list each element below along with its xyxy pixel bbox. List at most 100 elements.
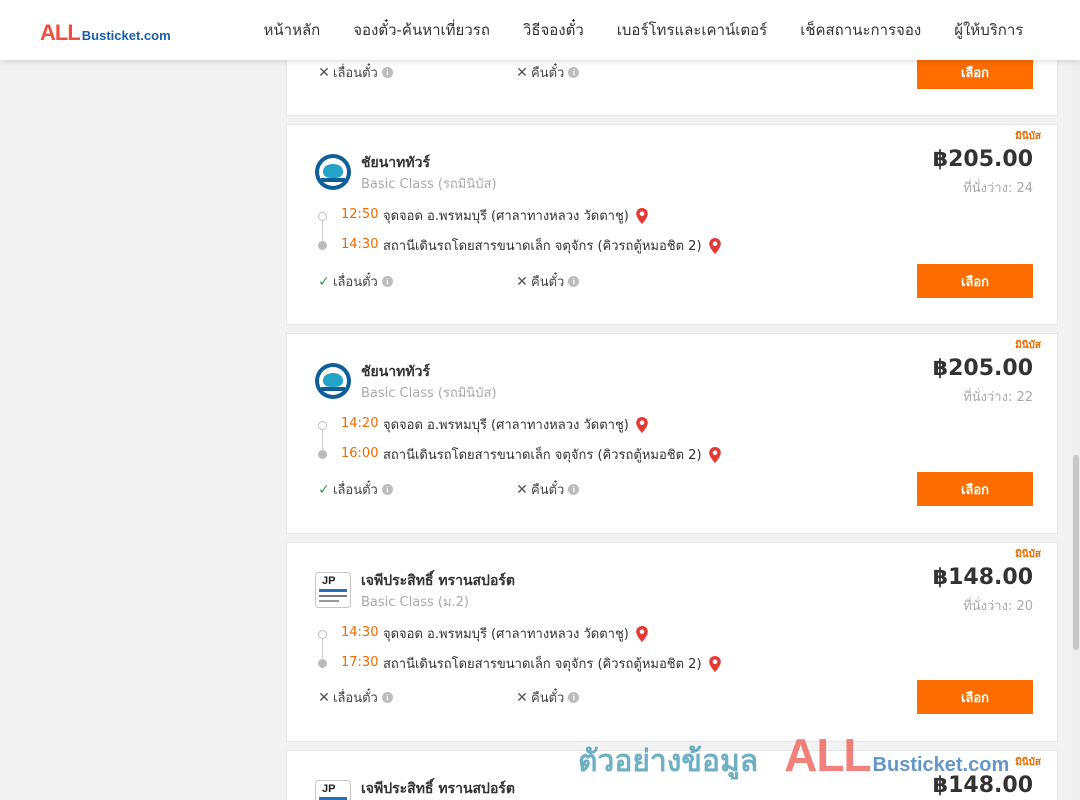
trip-card: มินิบัส JP เจพีประสิทธิ์ ทรานสปอร์ต Basi… [286,542,1058,742]
refund-label: คืนตั๋ว [531,483,565,498]
arrival-stop-label: สถานีเดินรถโดยสารขนาดเล็ก จตุจักร (คิวรถ… [383,239,702,254]
seats-available: ที่นั่งว่าง: 22 [963,390,1033,405]
watermark-logo-domain: Busticket.com [872,754,1010,776]
refund-option: ✕ คืนตั๋ว i [515,271,580,292]
main-nav: หน้าหลัก จองตั๋ว-ค้นหาเที่ยวรถ วิธีจองตั… [247,0,1040,60]
refund-label: คืนตั๋ว [531,691,565,706]
map-pin-icon[interactable] [635,625,649,642]
map-pin-icon[interactable] [635,416,649,433]
scrollbar-thumb[interactable] [1073,455,1079,650]
sample-data-watermark: ตัวอย่างข้อมูล ALL Busticket.com [578,728,1009,785]
reschedule-option: ✕ เลื่อนตั๋ว i [317,687,393,708]
bus-type-badge: มินิบัส [1015,340,1041,351]
operator-name: ชัยนาททัวร์ [361,364,430,380]
departure-stop: จุดจอด อ.พรหมบุรี (ศาลาทางหลวง วัดตาชู) [383,623,649,644]
departure-time: 14:20 [341,416,379,431]
departure-time: 12:50 [341,207,379,222]
map-pin-icon[interactable] [708,446,722,463]
select-button[interactable]: เลือก [917,264,1033,298]
info-icon[interactable]: i [381,692,393,703]
site-logo[interactable]: ALL Busticket.com [40,20,171,46]
timeline-start-dot [318,421,327,430]
timeline-end-dot [318,450,327,459]
operator-logo [315,363,351,399]
cross-icon: ✕ [516,481,528,498]
info-icon[interactable]: i [568,484,580,495]
arrival-stop: สถานีเดินรถโดยสารขนาดเล็ก จตุจักร (คิวรถ… [383,653,722,674]
info-icon[interactable]: i [381,67,393,78]
bus-type-badge: มินิบัส [1015,549,1041,560]
timeline-end-dot [318,659,327,668]
reschedule-label: เลื่อนตั๋ว [333,66,378,81]
info-icon[interactable]: i [568,276,580,287]
logo-domain: Busticket.com [81,28,171,43]
bus-class: Basic Class (รถมินิบัส) [361,177,497,192]
nav-operators[interactable]: ผู้ให้บริการ [938,18,1040,42]
arrival-stop: สถานีเดินรถโดยสารขนาดเล็ก จตุจักร (คิวรถ… [383,235,722,256]
bus-type-badge: มินิบัส [1015,131,1041,142]
info-icon[interactable]: i [568,692,580,703]
refund-label: คืนตั๋ว [531,275,565,290]
watermark-logo-all: ALL [784,729,871,781]
watermark-text: ตัวอย่างข้อมูล [578,744,759,779]
logo-all: ALL [40,20,81,45]
select-button[interactable]: เลือก [917,472,1033,506]
ticket-price: ฿148.00 [932,565,1033,590]
info-icon[interactable]: i [381,484,393,495]
reschedule-label: เลื่อนตั๋ว [333,275,378,290]
check-icon: ✓ [318,273,330,290]
cross-icon: ✕ [516,689,528,706]
select-button[interactable]: เลือก [917,680,1033,714]
reschedule-option: ✓ เลื่อนตั๋ว i [317,479,393,500]
nav-how-to-book[interactable]: วิธีจองตั๋ว [506,18,600,42]
operator-logo: JP [315,572,351,608]
info-icon[interactable]: i [381,276,393,287]
operator-logo: JP [315,780,351,800]
map-pin-icon[interactable] [708,655,722,672]
refund-option: ✕ คืนตั๋ว i [515,687,580,708]
arrival-time: 14:30 [341,237,379,252]
nav-home[interactable]: หน้าหลัก [247,18,337,42]
departure-time: 14:30 [341,625,379,640]
info-icon[interactable]: i [568,67,580,78]
timeline-line [322,221,323,241]
cross-icon: ✕ [516,273,528,290]
timeline-start-dot [318,630,327,639]
reschedule-option: ✓ เลื่อนตั๋ว i [317,271,393,292]
seats-available: ที่นั่งว่าง: 24 [963,181,1033,196]
cross-icon: ✕ [318,64,330,81]
reschedule-label: เลื่อนตั๋ว [333,483,378,498]
departure-stop-label: จุดจอด อ.พรหมบุรี (ศาลาทางหลวง วัดตาชู) [383,209,629,224]
nav-check-status[interactable]: เช็คสถานะการจอง [784,18,938,42]
timeline-end-dot [318,241,327,250]
cross-icon: ✕ [318,689,330,706]
page-scrollbar[interactable] [1072,0,1080,800]
refund-option: ✕ คืนตั๋ว i [515,62,580,83]
nav-phone-counters[interactable]: เบอร์โทรและเคาน์เตอร์ [600,18,783,42]
operator-name: เจพีประสิทธิ์ ทรานสปอร์ต [361,781,515,797]
reschedule-option: ✕ เลื่อนตั๋ว i [317,62,393,83]
bus-type-badge: มินิบัส [1015,757,1041,768]
refund-label: คืนตั๋ว [531,66,565,81]
map-pin-icon[interactable] [635,207,649,224]
timeline-line [322,430,323,450]
arrival-stop-label: สถานีเดินรถโดยสารขนาดเล็ก จตุจักร (คิวรถ… [383,657,702,672]
map-pin-icon[interactable] [708,237,722,254]
timeline-line [322,639,323,659]
refund-option: ✕ คืนตั๋ว i [515,479,580,500]
arrival-stop: สถานีเดินรถโดยสารขนาดเล็ก จตุจักร (คิวรถ… [383,444,722,465]
departure-stop: จุดจอด อ.พรหมบุรี (ศาลาทางหลวง วัดตาชู) [383,205,649,226]
departure-stop-label: จุดจอด อ.พรหมบุรี (ศาลาทางหลวง วัดตาชู) [383,418,629,433]
select-button[interactable]: เลือก [917,55,1033,89]
departure-stop-label: จุดจอด อ.พรหมบุรี (ศาลาทางหลวง วัดตาชู) [383,627,629,642]
operator-logo [315,154,351,190]
arrival-time: 17:30 [341,655,379,670]
timeline-start-dot [318,212,327,221]
reschedule-label: เลื่อนตั๋ว [333,691,378,706]
cross-icon: ✕ [516,64,528,81]
arrival-time: 16:00 [341,446,379,461]
departure-stop: จุดจอด อ.พรหมบุรี (ศาลาทางหลวง วัดตาชู) [383,414,649,435]
operator-name: ชัยนาททัวร์ [361,155,430,171]
site-header: ALL Busticket.com หน้าหลัก จองตั๋ว-ค้นหา… [0,0,1080,60]
nav-book-search[interactable]: จองตั๋ว-ค้นหาเที่ยวรถ [337,18,507,42]
